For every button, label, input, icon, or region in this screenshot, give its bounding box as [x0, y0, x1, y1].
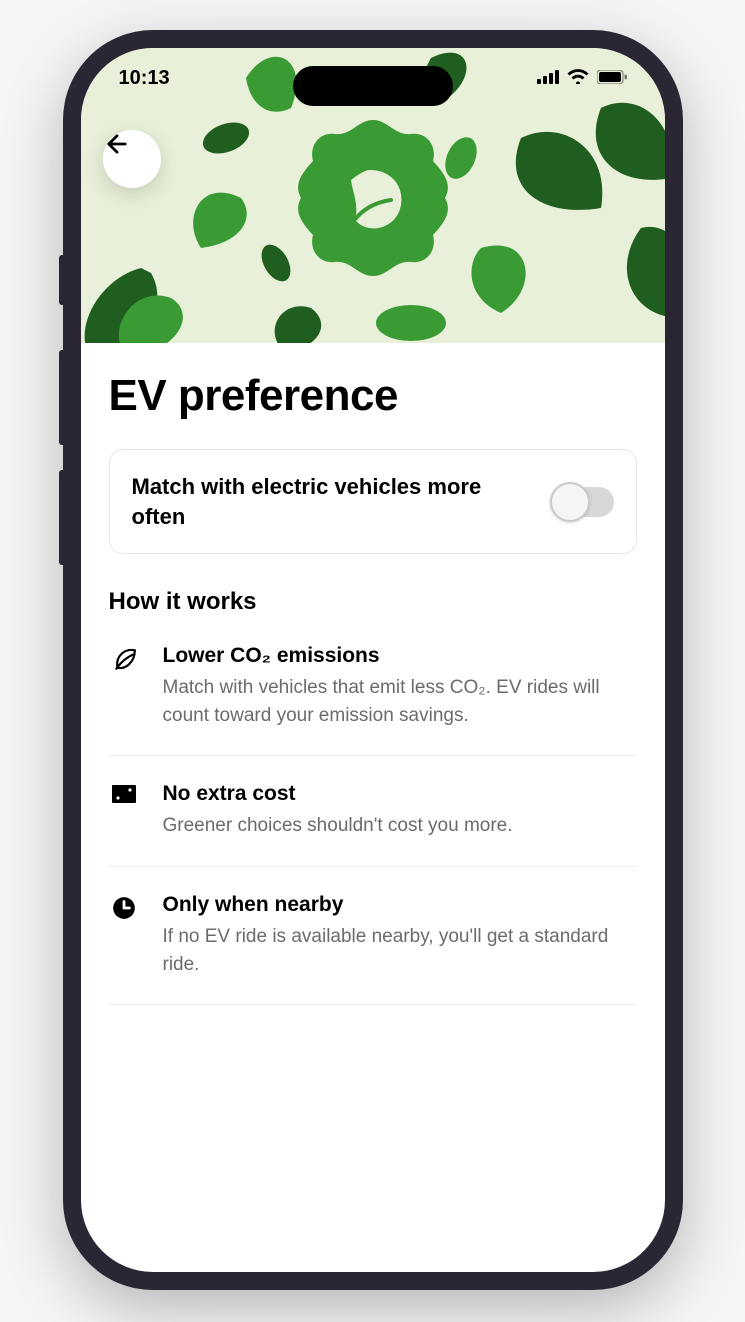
status-right — [537, 67, 627, 90]
phone-frame: 10:13 — [63, 30, 683, 1290]
status-time: 10:13 — [119, 67, 170, 90]
info-row-cost: No extra cost Greener choices shouldn't … — [109, 782, 637, 867]
info-row-emissions: Lower CO₂ emissions Match with vehicles … — [109, 644, 637, 756]
dynamic-island — [293, 66, 453, 106]
info-title: No extra cost — [163, 782, 637, 806]
toggle-knob — [550, 482, 590, 522]
back-button[interactable] — [103, 130, 161, 188]
content-area: EV preference Match with electric vehicl… — [81, 343, 665, 1005]
ticket-icon — [109, 782, 139, 840]
info-title: Only when nearby — [163, 893, 637, 917]
info-desc: Greener choices shouldn't cost you more. — [163, 812, 637, 840]
info-row-nearby: Only when nearby If no EV ride is availa… — [109, 893, 637, 1005]
info-desc: Match with vehicles that emit less CO₂. … — [163, 674, 637, 729]
info-desc: If no EV ride is available nearby, you'l… — [163, 923, 637, 978]
clock-icon — [109, 893, 139, 978]
info-title: Lower CO₂ emissions — [163, 644, 637, 668]
page-title: EV preference — [109, 371, 637, 421]
cellular-icon — [537, 67, 559, 90]
screen: 10:13 — [81, 48, 665, 1272]
toggle-label: Match with electric vehicles more often — [132, 472, 534, 531]
ev-toggle-card[interactable]: Match with electric vehicles more often — [109, 449, 637, 554]
leaf-icon — [109, 644, 139, 729]
battery-icon — [597, 67, 627, 90]
ev-toggle-switch[interactable] — [550, 482, 614, 522]
wifi-icon — [567, 67, 589, 90]
how-it-works-heading: How it works — [109, 588, 637, 616]
